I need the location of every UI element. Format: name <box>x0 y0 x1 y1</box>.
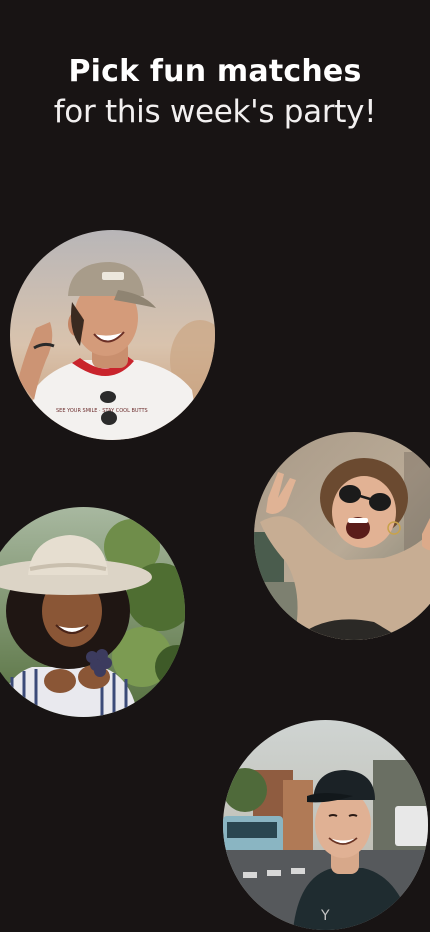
heading-subtitle: for this week's party! <box>53 94 377 130</box>
match-photo-4[interactable]: Y <box>223 720 428 930</box>
heading-title: Pick fun matches <box>68 54 362 89</box>
match-photo-3[interactable] <box>0 507 185 717</box>
match-1-portrait: SEE YOUR SMILE · STAY COOL BUTTS <box>10 230 215 440</box>
match-picker-screen: Pick fun matches for this week's party! … <box>0 0 430 932</box>
match-4-portrait: Y <box>223 720 428 930</box>
match-1-shirt-text: SEE YOUR SMILE · STAY COOL BUTTS <box>56 408 148 414</box>
match-photo-2[interactable] <box>254 432 430 640</box>
match-4-shirt-print: Y <box>320 908 330 924</box>
match-photo-1[interactable]: SEE YOUR SMILE · STAY COOL BUTTS <box>10 230 215 440</box>
heading: Pick fun matches for this week's party! <box>0 52 430 132</box>
match-2-portrait <box>254 432 430 640</box>
match-3-portrait <box>0 507 185 717</box>
